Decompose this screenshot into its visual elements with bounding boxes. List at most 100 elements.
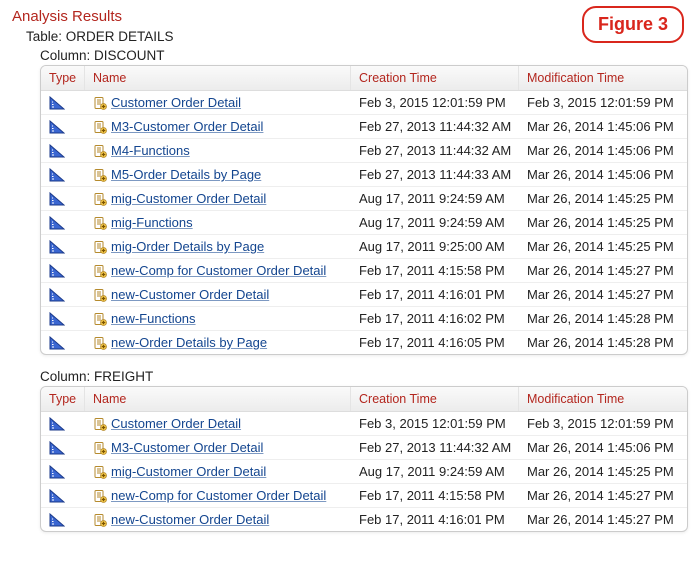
item-link[interactable]: new-Functions: [111, 311, 196, 326]
column-header-name[interactable]: Name: [85, 387, 351, 411]
type-cell: [41, 260, 85, 282]
item-link[interactable]: Customer Order Detail: [111, 95, 241, 110]
item-link[interactable]: mig-Customer Order Detail: [111, 464, 266, 479]
name-cell: M3-Customer Order Detail: [85, 115, 351, 138]
document-plus-icon: [93, 489, 107, 503]
item-link[interactable]: M5-Order Details by Page: [111, 167, 261, 182]
document-plus-icon: [93, 288, 107, 302]
creation-time: Feb 27, 2013 11:44:33 AM: [351, 163, 519, 186]
column-name: DISCOUNT: [94, 48, 165, 63]
document-plus-icon: [93, 441, 107, 455]
ruler-triangle-icon: [49, 312, 79, 326]
name-cell: new-Functions: [85, 307, 351, 330]
table-row[interactable]: Customer Order Detail Feb 3, 2015 12:01:5…: [41, 412, 687, 436]
name-cell: new-Customer Order Detail: [85, 508, 351, 531]
column-header-type[interactable]: Type: [41, 387, 85, 411]
item-link[interactable]: mig-Order Details by Page: [111, 239, 264, 254]
table-row[interactable]: mig-Customer Order DetailAug 17, 2011 9:…: [41, 460, 687, 484]
ruler-triangle-icon: [49, 288, 79, 302]
ruler-triangle-icon: [49, 336, 79, 350]
column-header-ctime[interactable]: Creation Time: [351, 387, 519, 411]
document-plus-icon: [93, 264, 107, 278]
modification-time: Mar 26, 2014 1:45:27 PM: [519, 259, 687, 282]
item-link[interactable]: Customer Order Detail: [111, 416, 241, 431]
table-row[interactable]: new-FunctionsFeb 17, 2011 4:16:02 PMMar …: [41, 307, 687, 331]
table-row[interactable]: mig-Order Details by PageAug 17, 2011 9:…: [41, 235, 687, 259]
name-cell: M5-Order Details by Page: [85, 163, 351, 186]
grid-header: TypeNameCreation TimeModification Time: [41, 387, 687, 412]
creation-time: Feb 27, 2013 11:44:32 AM: [351, 436, 519, 459]
table-row[interactable]: M4-FunctionsFeb 27, 2013 11:44:32 AMMar …: [41, 139, 687, 163]
ruler-triangle-icon: [49, 441, 79, 455]
document-plus-icon: [93, 513, 107, 527]
item-link[interactable]: new-Comp for Customer Order Detail: [111, 488, 326, 503]
modification-time: Mar 26, 2014 1:45:25 PM: [519, 235, 687, 258]
table-row[interactable]: mig-FunctionsAug 17, 2011 9:24:59 AMMar …: [41, 211, 687, 235]
table-row[interactable]: new-Comp for Customer Order DetailFeb 17…: [41, 259, 687, 283]
creation-time: Aug 17, 2011 9:24:59 AM: [351, 211, 519, 234]
item-link[interactable]: new-Order Details by Page: [111, 335, 267, 350]
type-cell: [41, 284, 85, 306]
creation-time: Feb 17, 2011 4:16:01 PM: [351, 283, 519, 306]
column-header-mtime[interactable]: Modification Time: [519, 387, 687, 411]
table-row[interactable]: new-Comp for Customer Order Detail Feb 17…: [41, 484, 687, 508]
item-link[interactable]: new-Customer Order Detail: [111, 512, 269, 527]
item-link[interactable]: mig-Customer Order Detail: [111, 191, 266, 206]
column-label: Column: FREIGHT: [40, 369, 688, 384]
type-cell: [41, 509, 85, 531]
document-plus-icon: [93, 96, 107, 110]
item-link[interactable]: M4-Functions: [111, 143, 190, 158]
table-row[interactable]: Customer Order Detail Feb 3, 2015 12:01:5…: [41, 91, 687, 115]
type-cell: [41, 164, 85, 186]
table-row[interactable]: M5-Order Details by Page Feb 27, 2013 11:…: [41, 163, 687, 187]
type-cell: [41, 92, 85, 114]
column-header-type[interactable]: Type: [41, 66, 85, 90]
ruler-triangle-icon: [49, 264, 79, 278]
creation-time: Feb 27, 2013 11:44:32 AM: [351, 115, 519, 138]
modification-time: Feb 3, 2015 12:01:59 PM: [519, 412, 687, 435]
name-cell: mig-Functions: [85, 211, 351, 234]
column-header-ctime[interactable]: Creation Time: [351, 66, 519, 90]
modification-time: Mar 26, 2014 1:45:28 PM: [519, 331, 687, 354]
item-link[interactable]: M3-Customer Order Detail: [111, 119, 263, 134]
document-plus-icon: [93, 312, 107, 326]
type-cell: [41, 437, 85, 459]
modification-time: Mar 26, 2014 1:45:25 PM: [519, 460, 687, 483]
type-cell: [41, 332, 85, 354]
document-plus-icon: [93, 465, 107, 479]
table-row[interactable]: M3-Customer Order Detail Feb 27, 2013 11:…: [41, 436, 687, 460]
table-row[interactable]: new-Customer Order Detail Feb 17, 2011 4:…: [41, 508, 687, 531]
figure-badge: Figure 3: [582, 6, 684, 43]
table-prefix: Table:: [26, 29, 66, 44]
column-prefix: Column:: [40, 369, 94, 384]
table-row[interactable]: new-Customer Order Detail Feb 17, 2011 4:…: [41, 283, 687, 307]
creation-time: Feb 17, 2011 4:15:58 PM: [351, 484, 519, 507]
ruler-triangle-icon: [49, 513, 79, 527]
creation-time: Feb 3, 2015 12:01:59 PM: [351, 91, 519, 114]
item-link[interactable]: mig-Functions: [111, 215, 193, 230]
table-row[interactable]: new-Order Details by PageFeb 17, 2011 4:…: [41, 331, 687, 354]
ruler-triangle-icon: [49, 489, 79, 503]
table-row[interactable]: M3-Customer Order Detail Feb 27, 2013 11:…: [41, 115, 687, 139]
item-link[interactable]: new-Comp for Customer Order Detail: [111, 263, 326, 278]
document-plus-icon: [93, 144, 107, 158]
ruler-triangle-icon: [49, 168, 79, 182]
creation-time: Feb 17, 2011 4:16:01 PM: [351, 508, 519, 531]
table-row[interactable]: mig-Customer Order DetailAug 17, 2011 9:…: [41, 187, 687, 211]
item-link[interactable]: M3-Customer Order Detail: [111, 440, 263, 455]
table-name: ORDER DETAILS: [66, 29, 174, 44]
name-cell: new-Order Details by Page: [85, 331, 351, 354]
results-grid: TypeNameCreation TimeModification Time C…: [40, 386, 688, 532]
ruler-triangle-icon: [49, 144, 79, 158]
name-cell: new-Comp for Customer Order Detail: [85, 484, 351, 507]
modification-time: Mar 26, 2014 1:45:06 PM: [519, 115, 687, 138]
ruler-triangle-icon: [49, 120, 79, 134]
type-cell: [41, 212, 85, 234]
column-header-mtime[interactable]: Modification Time: [519, 66, 687, 90]
name-cell: mig-Customer Order Detail: [85, 187, 351, 210]
item-link[interactable]: new-Customer Order Detail: [111, 287, 269, 302]
ruler-triangle-icon: [49, 96, 79, 110]
document-plus-icon: [93, 336, 107, 350]
document-plus-icon: [93, 192, 107, 206]
column-header-name[interactable]: Name: [85, 66, 351, 90]
